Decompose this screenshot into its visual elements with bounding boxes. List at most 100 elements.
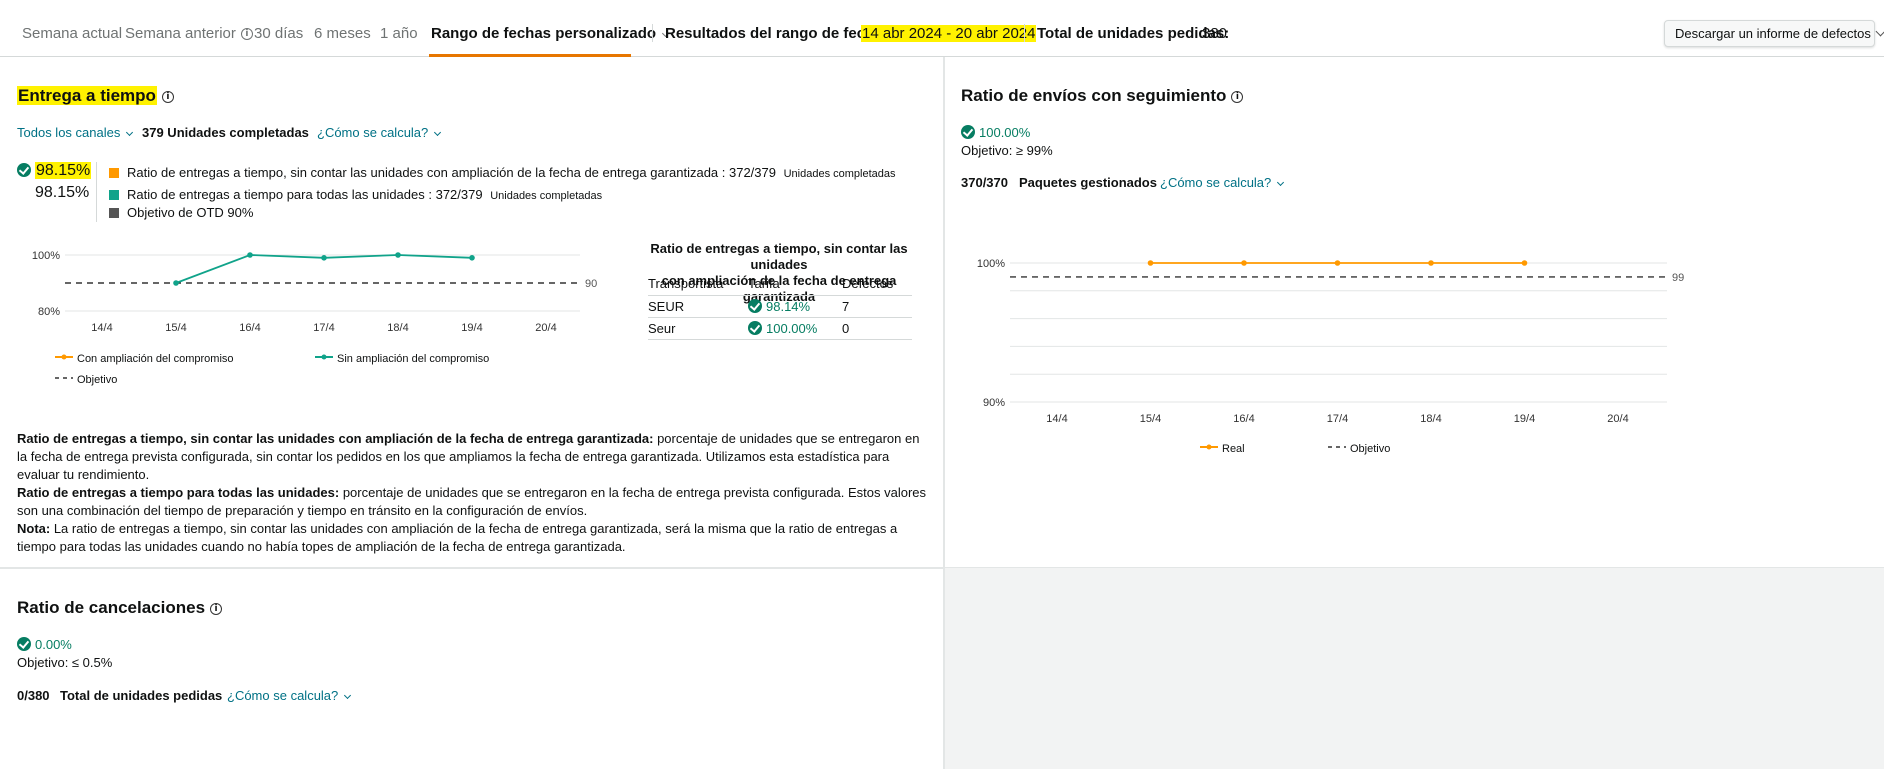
legend-item-text: Objetivo de OTD 90% [127,205,254,220]
data-point [1241,260,1247,266]
orange-square-icon [109,168,119,178]
x-tick-label: 20/4 [535,322,556,334]
chevron-down-icon [344,691,352,700]
tab-1-year[interactable]: 1 año [380,25,418,42]
data-point [173,280,179,286]
packages-label: Paquetes gestionados [1019,175,1157,190]
x-tick-label: 14/4 [91,322,112,334]
cancel-count: 0/380 [17,688,50,703]
chart-legend-target: Objetivo [55,374,117,386]
carrier-defects: 7 [842,294,912,317]
x-tick-label: 17/4 [1327,413,1348,425]
x-tick-label: 17/4 [313,322,334,334]
tab-30-days[interactable]: 30 días [254,25,303,42]
cancel-target: Objetivo: ≤ 0.5% [17,655,113,670]
check-circle-icon [748,298,762,313]
info-icon[interactable]: i [210,603,223,615]
info-icon: i [240,28,253,40]
table-header-row: Transportista Tarifa Defectos [648,273,912,295]
chevron-down-icon [1875,26,1884,37]
tab-previous-week[interactable]: Semana anterior i [125,25,253,42]
cancel-value-text: 0.00% [35,637,72,652]
units-value: 380 [1202,25,1228,42]
chart-legend-label: Real [1222,443,1245,455]
dashed-line-icon [55,377,73,379]
info-icon[interactable]: i [161,91,174,103]
table-row: Seur 100.00% 0 [648,316,912,340]
otd-description: Ratio de entregas a tiempo, sin contar l… [17,430,927,556]
legend-item-suffix: Unidades completadas [490,190,603,202]
tab-custom-range[interactable]: Rango de fechas personalizado [431,25,670,42]
tracking-line-chart: 100% 90% 99 14/4 15/4 16/4 17/4 18/4 19/4 20/4 [977,258,1684,425]
x-tick-label: 20/4 [1607,413,1628,425]
check-circle-icon [17,163,31,177]
channel-dropdown[interactable]: Todos los canales [17,125,134,140]
how-calculated-link[interactable]: ¿Cómo se calcula? [227,688,352,703]
check-circle-icon [748,320,762,335]
description-text: La ratio de entregas a tiempo, sin conta… [17,521,898,554]
x-tick-label: 15/4 [165,322,186,334]
tracking-title-text: Ratio de envíos con seguimiento [961,86,1227,105]
completed-units: 379 Unidades completadas [142,125,309,140]
data-point [321,255,327,261]
data-point [395,252,401,258]
tab-6-months[interactable]: 6 meses [314,25,371,42]
divider [96,162,97,222]
legend-item-text: Ratio de entregas a tiempo, sin contar l… [127,165,776,180]
panel-divider [0,567,944,569]
tab-current-week[interactable]: Semana actual [22,25,122,42]
dashed-line-icon [1328,446,1346,448]
tracking-value: 100.00% [961,125,1030,140]
x-tick-label: 19/4 [461,322,482,334]
target-label: 90 [585,278,597,290]
gray-square-icon [109,208,119,218]
how-calculated-label: ¿Cómo se calcula? [227,688,339,703]
cancel-value: 0.00% [17,637,72,652]
chevron-down-icon [434,128,442,137]
download-defects-report-button[interactable]: Descargar un informe de defectos [1664,20,1884,47]
y-tick-label: 100% [32,250,60,262]
cancel-label: Total de unidades pedidas [60,688,223,703]
y-tick-label: 80% [38,306,60,318]
carrier-table: Transportista Tarifa Defectos SEUR 98.14… [648,273,912,340]
x-tick-label: 15/4 [1140,413,1161,425]
legend-item-target: Objetivo de OTD 90% [109,205,253,220]
tracking-title: Ratio de envíos con seguimiento i [961,86,1244,106]
chart-legend-label: Con ampliación del compromiso [77,353,234,365]
otd-line-chart: 100% 80% 90 14/4 15/4 16/4 17/4 18/4 19/4 20/4 [32,250,597,334]
data-point [247,252,253,258]
legend-item-excluding: Ratio de entregas a tiempo, sin contar l… [109,165,896,180]
units-label: Total de unidades pedidas: [1037,25,1230,42]
how-calculated-link[interactable]: ¿Cómo se calcula? [317,125,442,140]
legend-item-all-units: Ratio de entregas a tiempo para todas la… [109,187,602,202]
range-value: 14 abr 2024 - 20 abr 2024 [861,25,1037,42]
how-calculated-link[interactable]: ¿Cómo se calcula? [1160,175,1285,190]
empty-panel [945,567,1884,769]
chart-legend-label: Sin ampliación del compromiso [337,353,490,365]
tab-previous-week-label: Semana anterior [125,25,236,42]
chart-legend-with-extension: Con ampliación del compromiso [55,353,234,365]
x-tick-label: 16/4 [1233,413,1254,425]
tracking-value-text: 100.00% [979,125,1031,140]
legend-item-suffix: Unidades completadas [783,168,896,180]
packages-count: 370/370 [961,175,1008,190]
y-tick-label: 90% [983,397,1005,409]
otd-value-primary-text: 98.15% [35,162,92,179]
divider [1024,24,1025,42]
tab-custom-range-label: Rango de fechas personalizado [431,25,657,42]
x-tick-label: 14/4 [1046,413,1067,425]
x-tick-label: 16/4 [239,322,260,334]
info-icon[interactable]: i [1231,91,1244,103]
otd-title-text: Entrega a tiempo [17,86,157,105]
target-label: 99 [1672,272,1684,284]
carrier-name: Seur [648,316,748,340]
carrier-rate: 100.00% [748,316,842,340]
chevron-down-icon [126,128,134,137]
description-term: Ratio de entregas a tiempo, sin contar l… [17,431,654,446]
otd-value-secondary: 98.15% [35,184,90,201]
table-header: Transportista [648,276,724,292]
carrier-rate: 98.14% [748,294,842,317]
legend-item-text: Ratio de entregas a tiempo para todas la… [127,187,483,202]
x-tick-label: 19/4 [1514,413,1535,425]
chart-legend-without-extension: Sin ampliación del compromiso [315,353,489,365]
